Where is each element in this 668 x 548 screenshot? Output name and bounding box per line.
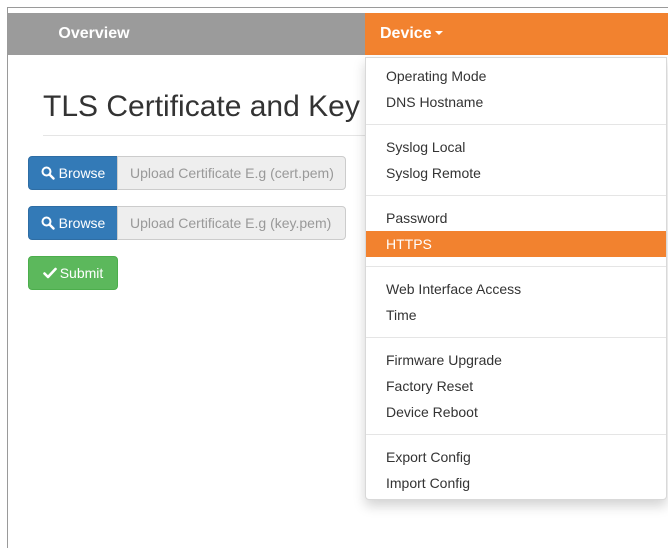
title-divider bbox=[43, 135, 365, 136]
menu-item-firmware-upgrade[interactable]: Firmware Upgrade bbox=[366, 347, 666, 373]
submit-button[interactable]: Submit bbox=[28, 256, 118, 290]
menu-divider bbox=[366, 266, 666, 267]
browse-label: Browse bbox=[58, 165, 106, 181]
check-icon bbox=[42, 267, 57, 279]
certificate-file-field[interactable] bbox=[117, 156, 346, 190]
menu-item-https[interactable]: HTTPS bbox=[366, 231, 666, 257]
menu-item-device-reboot[interactable]: Device Reboot bbox=[366, 399, 666, 425]
nav-device-dropdown-toggle[interactable]: Device bbox=[365, 13, 668, 55]
menu-item-operating-mode[interactable]: Operating Mode bbox=[366, 63, 666, 89]
key-file-field[interactable] bbox=[117, 206, 346, 240]
menu-item-password[interactable]: Password bbox=[366, 205, 666, 231]
page-title: TLS Certificate and Key bbox=[43, 90, 360, 123]
menu-item-factory-reset[interactable]: Factory Reset bbox=[366, 373, 666, 399]
browse-certificate-button[interactable]: Browse bbox=[28, 156, 118, 190]
menu-divider bbox=[366, 434, 666, 435]
browse-label: Browse bbox=[58, 215, 106, 231]
caret-down-icon bbox=[434, 31, 443, 35]
menu-item-syslog-remote[interactable]: Syslog Remote bbox=[366, 160, 666, 186]
submit-label: Submit bbox=[59, 265, 104, 281]
device-dropdown-menu: Operating Mode DNS Hostname Syslog Local Sy… bbox=[365, 57, 667, 500]
search-icon bbox=[41, 166, 55, 180]
menu-item-dns-hostname[interactable]: DNS Hostname bbox=[366, 89, 666, 115]
search-icon bbox=[41, 216, 55, 230]
menu-item-time[interactable]: Time bbox=[366, 302, 666, 328]
menu-item-web-interface-access[interactable]: Web Interface Access bbox=[366, 276, 666, 302]
nav-overview[interactable]: Overview bbox=[8, 13, 180, 55]
menu-item-syslog-local[interactable]: Syslog Local bbox=[366, 134, 666, 160]
menu-item-import-config[interactable]: Import Config bbox=[366, 470, 666, 496]
top-navbar: Overview Device bbox=[8, 13, 668, 55]
menu-divider bbox=[366, 337, 666, 338]
menu-divider bbox=[366, 195, 666, 196]
menu-item-export-config[interactable]: Export Config bbox=[366, 444, 666, 470]
menu-divider bbox=[366, 124, 666, 125]
browse-key-button[interactable]: Browse bbox=[28, 206, 118, 240]
nav-device-label: Device bbox=[380, 25, 432, 42]
